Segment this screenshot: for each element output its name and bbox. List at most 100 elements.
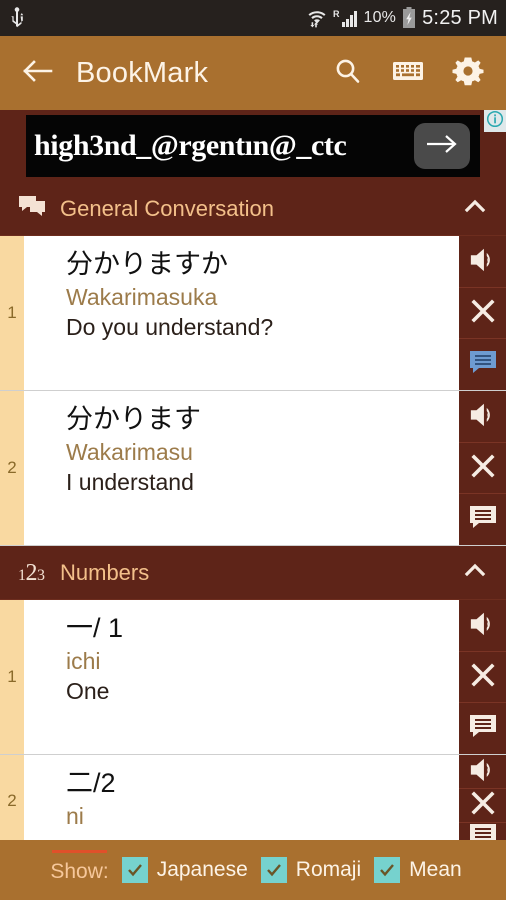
- back-arrow-icon: [22, 58, 54, 89]
- section-header[interactable]: General Conversation: [0, 182, 506, 236]
- close-icon: [469, 297, 497, 330]
- checkbox-mean[interactable]: [374, 857, 401, 883]
- japanese-text: 二/2: [66, 768, 116, 798]
- show-options-bar: Show: Japanese Romaji Mean: [0, 840, 506, 900]
- gear-icon: [452, 55, 484, 92]
- list-item-index: 2: [0, 391, 24, 545]
- meaning-text: One: [66, 678, 110, 705]
- note-button[interactable]: [459, 703, 506, 755]
- svg-text:R: R: [333, 9, 340, 19]
- checkbox-japanese[interactable]: [121, 857, 148, 883]
- romaji-text: Wakarimasu: [66, 438, 193, 465]
- meaning-text: I understand: [66, 469, 194, 496]
- note-icon: [469, 350, 497, 379]
- section-title: Numbers: [60, 559, 150, 585]
- clock-label: 5:25 PM: [422, 7, 498, 29]
- list-item[interactable]: 1 一/ 1 ichi One: [0, 600, 506, 755]
- show-label: Show:: [50, 849, 109, 884]
- chevron-up-icon: [463, 558, 487, 587]
- info-icon: [486, 110, 504, 133]
- speaker-icon: [469, 755, 497, 788]
- list-item-actions: [457, 391, 506, 546]
- list-item-index: 1: [0, 236, 24, 390]
- list-item-actions: [457, 236, 506, 391]
- play-audio-button[interactable]: [459, 236, 506, 288]
- remove-bookmark-button[interactable]: [459, 789, 506, 823]
- list-item[interactable]: 2 二/2 ni: [0, 755, 506, 840]
- ad-cta-button[interactable]: [414, 123, 470, 169]
- play-audio-button[interactable]: [459, 600, 506, 652]
- list-item-body[interactable]: 二/2 ni: [24, 755, 457, 840]
- section-title: General Conversation: [60, 195, 275, 221]
- status-bar-left: [8, 7, 26, 29]
- signal-bars-icon: R: [333, 8, 358, 28]
- page-title: BookMark: [76, 56, 209, 89]
- play-audio-button[interactable]: [459, 755, 506, 789]
- keyboard-button[interactable]: [390, 55, 426, 91]
- app-bar: BookMark: [0, 36, 506, 110]
- ad-text: high3nd_@rgentın@_ctc: [34, 129, 347, 162]
- speaker-icon: [469, 609, 497, 642]
- list-item-body[interactable]: 分かります Wakarimasu I understand: [24, 391, 457, 545]
- option-mean-label: Mean: [409, 858, 462, 881]
- back-button[interactable]: [18, 53, 58, 93]
- romaji-text: Wakarimasuka: [66, 283, 218, 310]
- remove-bookmark-button[interactable]: [459, 442, 506, 495]
- list-item[interactable]: 1 分かりますか Wakarimasuka Do you understand?: [0, 236, 506, 391]
- option-romaji-label: Romaji: [295, 858, 362, 881]
- remove-bookmark-button[interactable]: [459, 287, 506, 340]
- meaning-text: Do you understand?: [66, 314, 274, 341]
- search-icon: [333, 56, 363, 91]
- section-header[interactable]: 123 Numbers: [0, 546, 506, 600]
- romaji-text: ni: [66, 802, 84, 829]
- checkbox-romaji[interactable]: [260, 857, 287, 883]
- wifi-icon: [307, 8, 327, 28]
- note-button[interactable]: [459, 823, 506, 840]
- list-item-actions: [457, 600, 506, 755]
- search-button[interactable]: [330, 55, 366, 91]
- note-button[interactable]: [459, 494, 506, 546]
- battery-percent-label: 10%: [363, 9, 397, 26]
- close-icon: [469, 452, 497, 485]
- list-item-body[interactable]: 一/ 1 ichi One: [24, 600, 457, 754]
- option-mean[interactable]: Mean: [374, 857, 462, 883]
- list-item-index: 2: [0, 755, 24, 840]
- ad-content[interactable]: high3nd_@rgentın@_ctc: [26, 115, 480, 177]
- 123-icon: 123: [18, 559, 45, 586]
- usb-icon: [8, 7, 26, 29]
- battery-charging-icon: [402, 7, 416, 29]
- close-icon: [469, 789, 497, 822]
- note-icon: [469, 823, 497, 840]
- list-item[interactable]: 2 分かります Wakarimasu I understand: [0, 391, 506, 546]
- section-collapse-button[interactable]: [460, 558, 490, 588]
- keyboard-icon: [392, 59, 424, 88]
- note-icon: [469, 714, 497, 743]
- option-romaji[interactable]: Romaji: [260, 857, 362, 883]
- speaker-icon: [469, 245, 497, 278]
- close-icon: [469, 661, 497, 694]
- settings-button[interactable]: [450, 55, 486, 91]
- note-icon: [469, 505, 497, 534]
- status-bar: R 10% 5:25 PM: [0, 0, 506, 36]
- bookmark-list[interactable]: General Conversation 1 分かりますか Wakarimasuka D…: [0, 182, 506, 840]
- japanese-text: 分かりますか: [66, 249, 228, 279]
- ad-info-button[interactable]: [484, 110, 506, 132]
- ad-banner[interactable]: high3nd_@rgentın@_ctc: [0, 110, 506, 182]
- app-bar-actions: [330, 55, 492, 91]
- chevron-up-icon: [463, 194, 487, 223]
- speaker-icon: [469, 400, 497, 433]
- list-item-index: 1: [0, 600, 24, 754]
- app-root: R 10% 5:25 PM BookMark high3nd_@rgentın@…: [0, 0, 506, 900]
- chat-bubbles-icon: [18, 195, 46, 222]
- section-collapse-button[interactable]: [460, 194, 490, 224]
- romaji-text: ichi: [66, 647, 101, 674]
- list-item-body[interactable]: 分かりますか Wakarimasuka Do you understand?: [24, 236, 457, 390]
- play-audio-button[interactable]: [459, 391, 506, 443]
- arrow-right-icon: [424, 133, 460, 160]
- status-bar-right: R 10% 5:25 PM: [307, 7, 498, 29]
- note-button[interactable]: [459, 339, 506, 391]
- option-japanese-label: Japanese: [156, 858, 248, 881]
- option-japanese[interactable]: Japanese: [121, 857, 248, 883]
- remove-bookmark-button[interactable]: [459, 651, 506, 704]
- japanese-text: 一/ 1: [66, 613, 124, 643]
